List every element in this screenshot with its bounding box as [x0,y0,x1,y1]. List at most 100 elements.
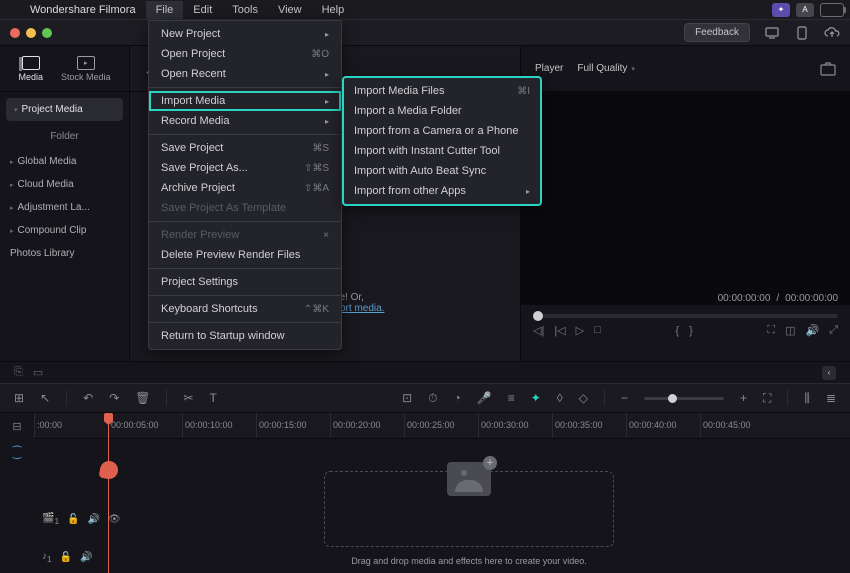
menu-shortcuts[interactable]: Keyboard Shortcuts⌃⌘K [149,299,341,319]
undo-icon[interactable]: ↶ [83,391,93,405]
zoom-window-button[interactable] [42,28,52,38]
screen-icon[interactable]: ⛶ [767,324,775,337]
menubar-app-icon[interactable]: ✦ [772,3,790,17]
timeline-panel: ⊟ ⁐ :00:00 00:00:05:00 00:00:10:00 00:00… [0,413,850,573]
stop-icon[interactable]: □ [594,324,601,337]
playhead[interactable] [108,413,109,573]
sidebar-item-compound-clip[interactable]: ▸Compound Clip [0,219,129,242]
menu-view[interactable]: View [268,1,312,19]
link-tracks-icon[interactable]: ⁐ [0,439,34,465]
player-scrubber[interactable] [533,314,838,318]
sidebar-item-adjustment-layer[interactable]: ▸Adjustment La... [0,196,129,219]
lock-icon[interactable]: 🔓 [67,514,79,525]
menu-save-project[interactable]: Save Project⌘S [149,138,341,158]
effects-icon[interactable]: ✦ [531,391,541,405]
menu-return-startup[interactable]: Return to Startup window [149,326,341,346]
video-track-icon[interactable]: 🎬1 [42,513,59,526]
mic-icon[interactable]: 🎤 [477,391,492,405]
tab-media[interactable]: Media [18,56,43,82]
audio-icon[interactable]: ≡ [508,391,515,405]
submenu-import-folder[interactable]: Import a Media Folder [344,101,540,121]
cut-icon[interactable]: ✂ [183,391,193,405]
folder-icon[interactable]: ▭ [33,366,43,379]
minimize-window-button[interactable] [26,28,36,38]
mixer-icon[interactable]: ⫼ [804,391,810,406]
zoom-slider[interactable] [644,397,724,400]
menu-archive[interactable]: Archive Project⇧⌘A [149,178,341,198]
snapshot-icon[interactable] [820,62,836,76]
zoom-fit-icon[interactable]: ⛶ [763,391,771,406]
sidebar-item-cloud-media[interactable]: ▸Cloud Media [0,173,129,196]
timeline-settings-icon[interactable]: ⊟ [0,413,34,439]
desktop-icon[interactable] [764,26,780,40]
menu-delete-render[interactable]: Delete Preview Render Files [149,245,341,265]
timeline-ruler[interactable]: :00:00 00:00:05:00 00:00:10:00 00:00:15:… [34,413,850,439]
mark-in-icon[interactable]: { [675,325,679,337]
menu-render-preview: Render Preview× [149,225,341,245]
window-titlebar: Untitled Feedback [0,20,850,46]
close-window-button[interactable] [10,28,20,38]
collapse-button[interactable]: ‹ [822,366,836,380]
quality-dropdown[interactable]: Full Quality ▾ [577,63,635,74]
timeline-drop-zone[interactable]: Drag and drop media and effects here to … [324,471,614,547]
submenu-import-beat[interactable]: Import with Auto Beat Sync [344,161,540,181]
folder-label[interactable]: Folder [0,123,129,150]
menu-edit[interactable]: Edit [183,1,222,19]
sidebar-item-project-media[interactable]: ▾Project Media [6,98,123,121]
mute-icon[interactable]: 🔊 [80,552,92,563]
speed-icon[interactable]: ⏱ [428,391,437,406]
more-icon[interactable]: ≣ [826,391,836,405]
tab-stock-label: Stock Media [61,72,111,82]
cloud-upload-icon[interactable] [824,26,840,40]
pointer-icon[interactable]: ↖ [40,391,50,405]
sidebar-item-global-media[interactable]: ▸Global Media [0,150,129,173]
menu-save-as[interactable]: Save Project As...⇧⌘S [149,158,341,178]
menu-tools[interactable]: Tools [222,1,268,19]
prev-icon[interactable]: |◁ [554,324,565,337]
play-icon[interactable]: ▷ [576,324,584,337]
menu-help[interactable]: Help [312,1,355,19]
menu-open-project[interactable]: Open Project⌘O [149,44,341,64]
zoom-out-icon[interactable]: − [621,391,628,405]
time-current: 00:00:00:00 [718,293,771,304]
menu-import-media[interactable]: Import Media▸ [149,91,341,111]
redo-icon[interactable]: ↷ [109,391,119,405]
marker[interactable] [99,460,120,481]
new-folder-icon[interactable]: ⎘ [14,366,23,379]
audio-track-icon[interactable]: ♪1 [42,551,52,564]
keyframe-icon[interactable]: ◇ [579,391,588,405]
menu-record-media[interactable]: Record Media▸ [149,111,341,131]
submenu-import-camera[interactable]: Import from a Camera or a Phone [344,121,540,141]
submenu-import-cutter[interactable]: Import with Instant Cutter Tool [344,141,540,161]
menu-file[interactable]: File [146,1,184,19]
player-panel: Player Full Quality ▾ 00:00:00:00 / 00:0… [520,46,850,361]
fullscreen-icon[interactable]: ⤢ [829,324,838,337]
zoom-in-icon[interactable]: + [740,391,747,405]
camera-icon[interactable]: ◫ [785,324,795,337]
delete-icon[interactable]: 🗑 [135,391,150,405]
mobile-icon[interactable] [794,26,810,40]
lock-icon[interactable]: 🔓 [60,552,72,563]
marker-icon[interactable]: ◊ [557,391,563,405]
menu-new-project[interactable]: New Project▸ [149,24,341,44]
crop-icon[interactable]: ⊡ [402,391,412,405]
visibility-icon[interactable]: 👁 [108,514,121,525]
menubar-a-icon[interactable]: A [796,3,814,17]
menu-project-settings[interactable]: Project Settings [149,272,341,292]
color-icon[interactable]: ◔ [454,391,461,405]
tab-stock-media[interactable]: Stock Media [61,56,111,82]
player-viewport[interactable] [521,92,850,305]
chevron-down-icon: ▾ [631,65,635,73]
prev-frame-icon[interactable]: ◁| [533,324,544,337]
volume-icon[interactable]: 🔊 [805,324,819,337]
text-icon[interactable]: T [210,391,217,405]
feedback-button[interactable]: Feedback [684,23,750,42]
menu-open-recent[interactable]: Open Recent▸ [149,64,341,84]
mute-icon[interactable]: 🔊 [88,514,100,525]
mark-out-icon[interactable]: } [689,325,693,337]
grid-icon[interactable]: ⊞ [14,391,24,405]
sidebar-item-photos-library[interactable]: Photos Library [0,242,129,265]
submenu-import-apps[interactable]: Import from other Apps▸ [344,181,540,201]
submenu-import-files[interactable]: Import Media Files⌘I [344,81,540,101]
battery-icon [820,3,844,17]
